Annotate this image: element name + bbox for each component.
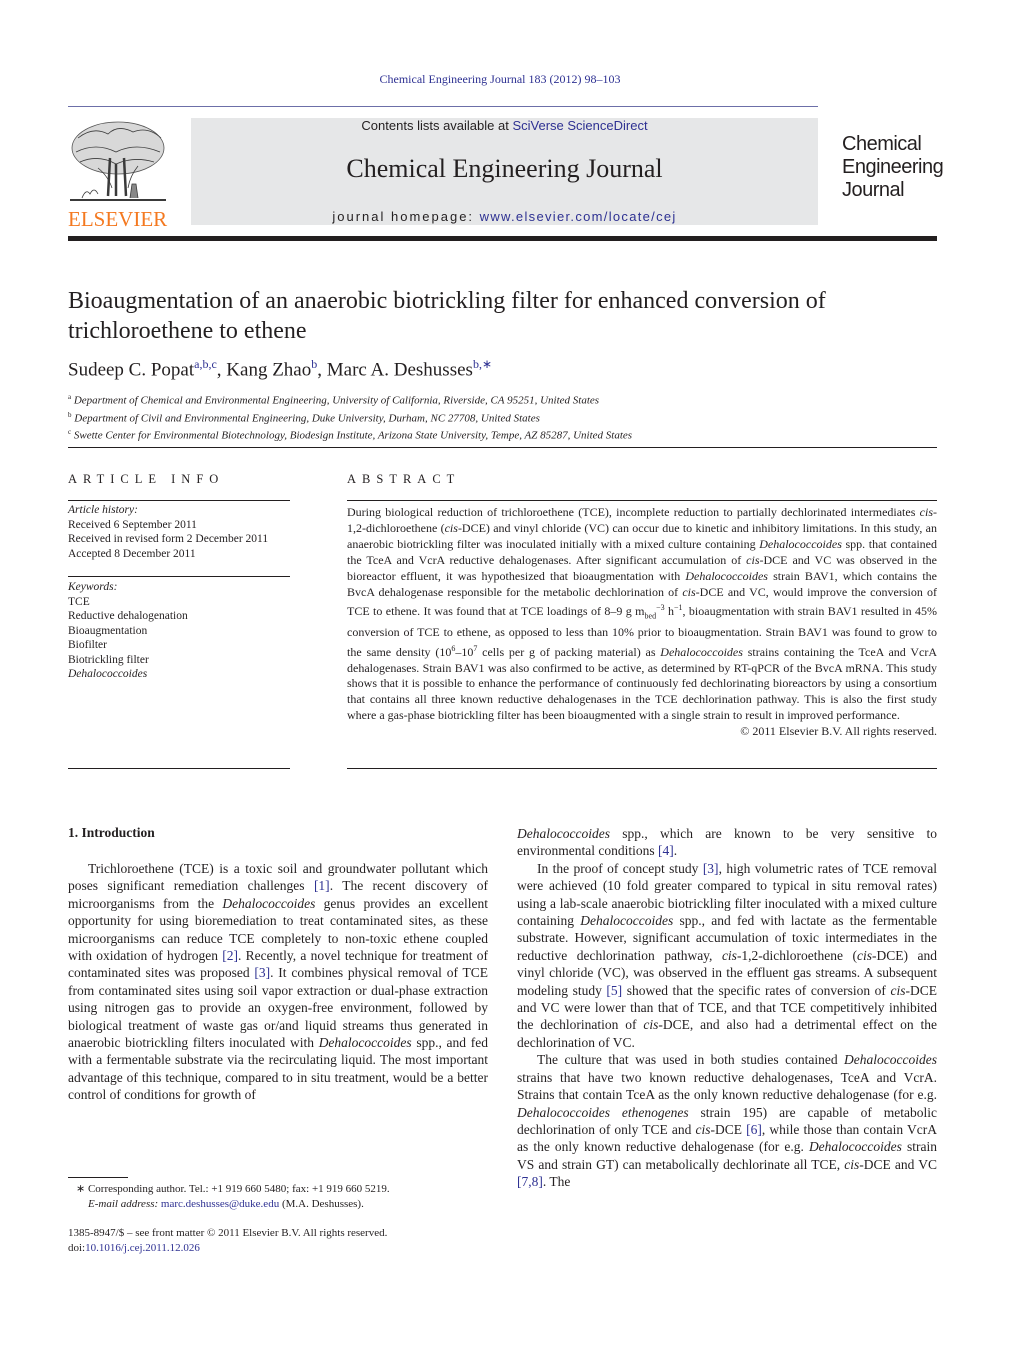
reference-link[interactable]: [3] [254, 965, 270, 980]
affiliation-text: Department of Chemical and Environmental… [73, 394, 600, 407]
reference-link[interactable]: [3] [703, 861, 719, 876]
paragraph-continued: Dehalococcoides spp., which are known to… [517, 826, 937, 859]
journal-title: Chemical Engineering Journal [346, 154, 663, 183]
front-matter: 1385-8947/$ – see front matter © 2011 El… [68, 1226, 387, 1256]
journal-banner: Contents lists available at SciVerse Sci… [191, 118, 818, 225]
title-line: Bioaugmentation of an anaerobic biotrick… [68, 288, 826, 314]
keywords-rule [68, 576, 290, 577]
sciencedirect-link[interactable]: SciVerse ScienceDirect [512, 118, 647, 133]
reference-link[interactable]: [2] [222, 948, 238, 963]
article-info-bottom-rule [68, 768, 290, 769]
affiliation-mark: b [68, 410, 72, 419]
author-separator: , [317, 359, 327, 381]
article-info-rule [68, 500, 290, 501]
abstract-text: During biological reduction of trichloro… [347, 505, 938, 739]
abstract-rule [347, 500, 937, 501]
affiliation: a Department of Chemical and Environment… [68, 390, 938, 408]
email-link[interactable]: marc.deshusses@duke.edu [161, 1198, 279, 1210]
affiliations-divider [68, 447, 937, 448]
abstract-copyright: © 2011 Elsevier B.V. All rights reserved… [740, 724, 937, 739]
abstract-heading: ABSTRACT [347, 472, 461, 486]
cover-title-line: Chemical [842, 133, 922, 155]
author-affiliation-link[interactable]: a,b,c [194, 357, 217, 371]
homepage-link[interactable]: www.elsevier.com/locate/cej [480, 209, 677, 224]
affiliation: c Swette Center for Environmental Biotec… [68, 425, 938, 443]
affiliation-mark: a [68, 393, 72, 401]
corresponding-author-footnote: ∗ Corresponding author. Tel.: +1 919 660… [76, 1182, 390, 1212]
author-separator: , [216, 359, 227, 381]
homepage-line: journal homepage: www.elsevier.com/locat… [191, 209, 818, 224]
keyword: Dehalococcoides [68, 668, 148, 680]
footnote-rule [68, 1177, 128, 1178]
affiliation: b Department of Civil and Environmental … [68, 408, 938, 426]
history-item: Accepted 8 December 2011 [68, 547, 196, 560]
author-name: Sudeep C. Popat [68, 359, 195, 381]
author-list: Sudeep C. Popata,b,c, Kang Zhaob, Marc A… [68, 357, 492, 381]
abstract-bottom-rule [347, 768, 937, 769]
article-title: Bioaugmentation of an anaerobic biotrick… [68, 286, 938, 346]
keyword: Reductive dehalogenation [68, 610, 188, 622]
article-history: Article history: Received 6 September 20… [68, 503, 298, 561]
affiliation-mark: c [68, 428, 72, 437]
cover-title-line: Journal [842, 179, 905, 201]
footnote-text: Corresponding author. Tel.: +1 919 660 5… [85, 1183, 390, 1195]
issn-line: 1385-8947/$ – see front matter © 2011 El… [68, 1227, 388, 1239]
elsevier-logo[interactable]: ELSEVIER [68, 118, 168, 230]
keywords: Keywords: TCE Reductive dehalogenation B… [68, 580, 298, 682]
elsevier-wordmark: ELSEVIER [68, 207, 168, 231]
cover-title-line: Engineering [842, 156, 944, 178]
author-name: Kang Zhao [226, 359, 312, 381]
author-affiliation-link[interactable]: b,∗ [473, 357, 492, 371]
reference-link[interactable]: [5] [606, 983, 622, 998]
introduction-heading: 1. Introduction [68, 825, 155, 840]
reference-link[interactable]: [6] [746, 1122, 762, 1137]
contents-prefix: Contents lists available at [361, 118, 513, 133]
reference-link[interactable]: [4] [658, 843, 674, 858]
history-item: Received in revised form 2 December 2011 [68, 533, 269, 545]
keyword: Biotrickling filter [68, 653, 149, 666]
reference-link[interactable]: [1] [314, 878, 330, 893]
history-label: Article history: [68, 504, 138, 516]
homepage-prefix: journal homepage: [332, 209, 480, 224]
elsevier-tree-icon [70, 121, 166, 201]
journal-cover-title[interactable]: Chemical Engineering Journal [842, 133, 952, 202]
contents-line: Contents lists available at SciVerse Sci… [191, 118, 818, 133]
affiliation-text: Swette Center for Environmental Biotechn… [73, 429, 633, 442]
header-divider [68, 106, 818, 107]
header-thick-rule [68, 236, 937, 241]
email-label: E-mail address: [88, 1198, 161, 1210]
article-info-heading: ARTICLE INFO [68, 472, 225, 486]
doi-prefix: doi: [68, 1242, 86, 1254]
keywords-label: Keywords: [68, 581, 118, 593]
paragraph: The culture that was used in both studie… [517, 1052, 938, 1190]
body-column-right: Dehalococcoides spp., which are known to… [517, 825, 937, 1191]
keyword: TCE [68, 595, 90, 608]
paragraph: In the proof of concept study [3], high … [517, 860, 938, 1050]
journal-citation[interactable]: Chemical Engineering Journal 183 (2012) … [0, 72, 1000, 87]
keyword: Biofilter [68, 639, 107, 651]
affiliations: a Department of Chemical and Environment… [68, 390, 938, 443]
title-line: trichloroethene to ethene [68, 318, 307, 344]
affiliation-text: Department of Civil and Environmental En… [74, 412, 540, 425]
author-name: Marc A. Deshusses [326, 359, 473, 381]
email-suffix: (M.A. Deshusses). [279, 1198, 364, 1210]
history-item: Received 6 September 2011 [68, 518, 197, 531]
reference-link[interactable]: [7,8] [517, 1174, 543, 1189]
body-column-left: Trichloroethene (TCE) is a toxic soil an… [68, 860, 488, 1104]
doi-link[interactable]: 10.1016/j.cej.2011.12.026 [85, 1242, 200, 1254]
footnote-mark: ∗ [76, 1183, 86, 1195]
paragraph: Trichloroethene (TCE) is a toxic soil an… [68, 861, 489, 1103]
keyword: Bioaugmentation [68, 624, 148, 637]
